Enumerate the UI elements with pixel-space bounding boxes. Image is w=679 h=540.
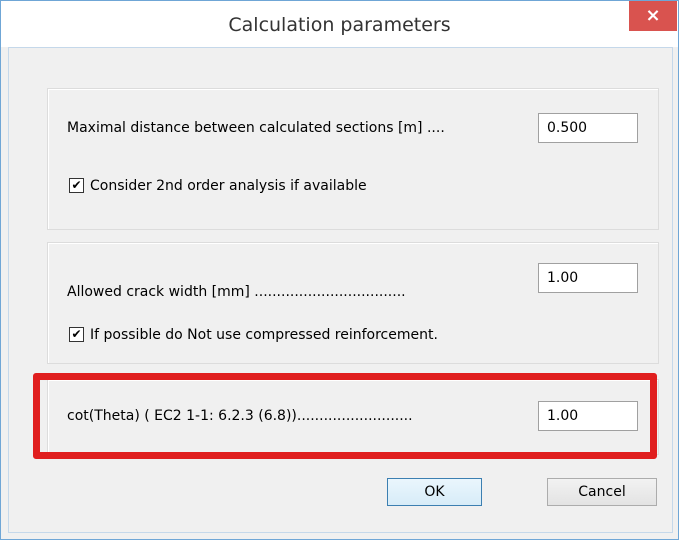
window-title: Calculation parameters	[228, 14, 451, 36]
compressed-reinforcement-checkbox[interactable]: ✔	[69, 327, 84, 342]
section-crack-options	[47, 242, 659, 364]
compressed-reinforcement-label: If possible do Not use compressed reinfo…	[90, 327, 438, 343]
crack-width-label: Allowed crack width [mm] ...............…	[67, 284, 406, 300]
calculation-parameters-dialog: Calculation parameters × Maximal distanc…	[0, 0, 679, 540]
checkmark-icon: ✔	[71, 327, 82, 341]
ok-button[interactable]: OK	[387, 478, 482, 506]
second-order-checkbox[interactable]: ✔	[69, 178, 84, 193]
title-bar: Calculation parameters ×	[1, 1, 678, 47]
cancel-button[interactable]: Cancel	[547, 478, 657, 506]
checkmark-icon: ✔	[71, 178, 82, 192]
highlight-frame	[33, 373, 657, 459]
close-button[interactable]: ×	[629, 1, 677, 31]
crack-width-input[interactable]: 1.00	[538, 263, 638, 293]
max-distance-label: Maximal distance between calculated sect…	[67, 120, 445, 136]
close-icon: ×	[645, 5, 661, 26]
section-calculation-options	[47, 88, 659, 230]
max-distance-input[interactable]: 0.500	[538, 113, 638, 143]
second-order-label: Consider 2nd order analysis if available	[90, 178, 367, 194]
